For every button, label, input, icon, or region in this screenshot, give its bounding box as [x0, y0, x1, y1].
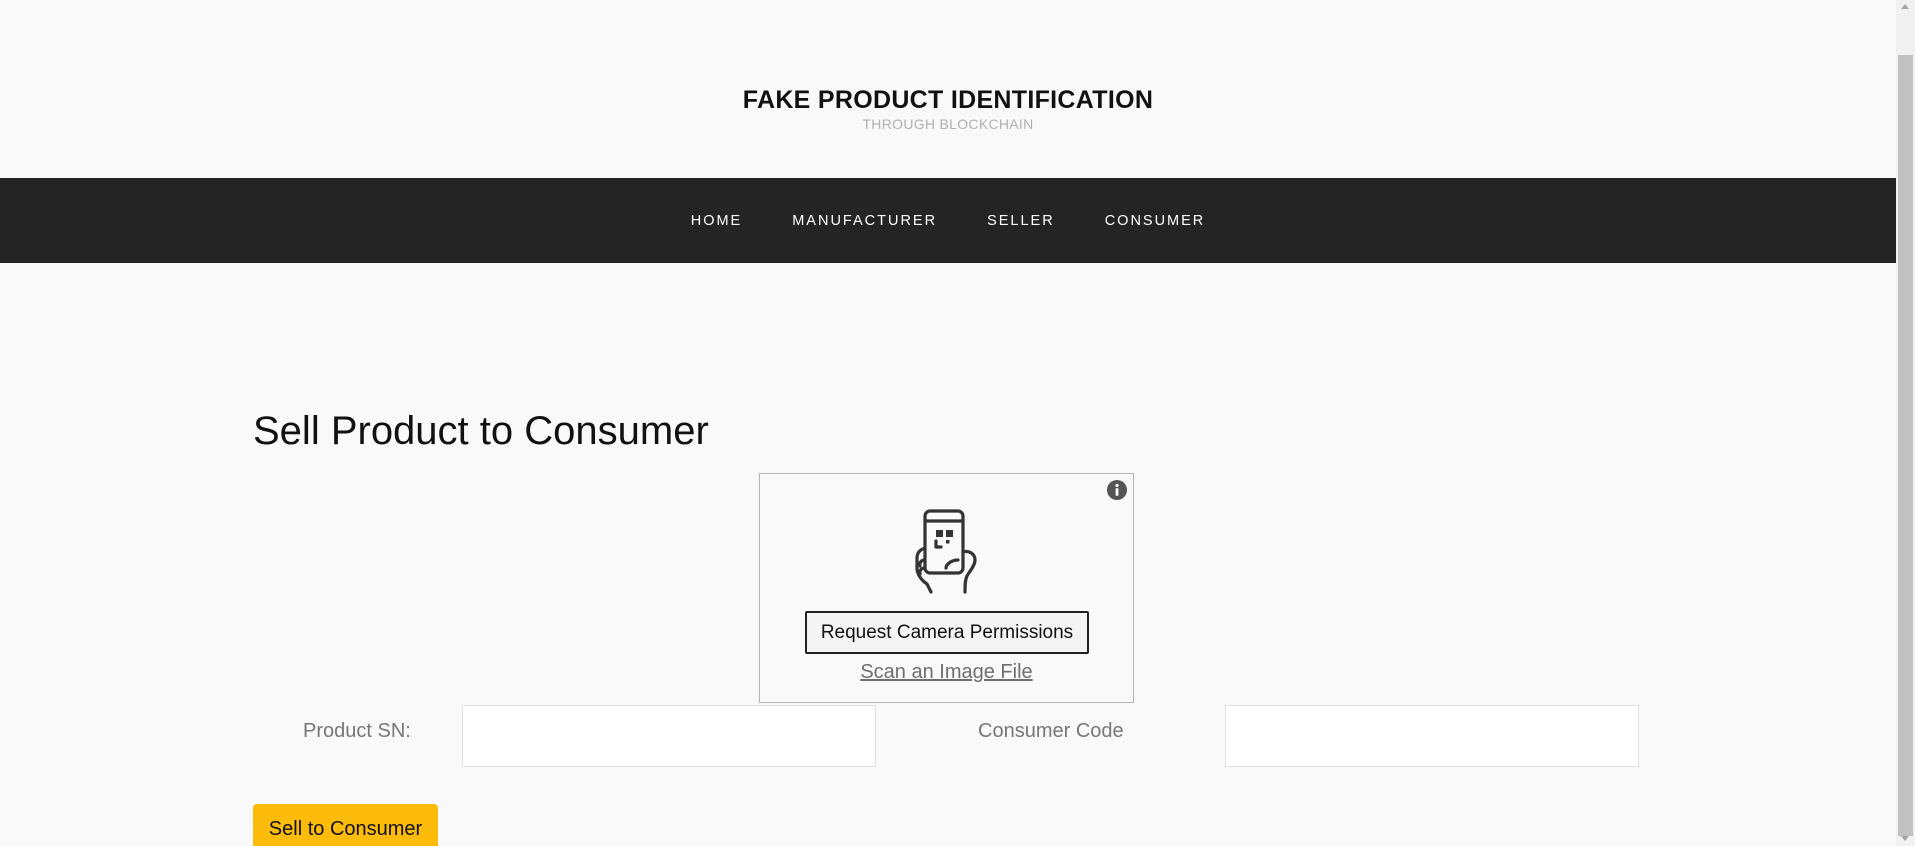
nav-item-consumer[interactable]: CONSUMER [1080, 213, 1231, 229]
nav-item-seller[interactable]: SELLER [962, 213, 1080, 229]
vertical-scrollbar[interactable] [1896, 0, 1915, 846]
sell-to-consumer-button[interactable]: Sell to Consumer [253, 804, 438, 846]
product-sn-input[interactable] [462, 705, 876, 767]
consumer-code-label: Consumer Code [978, 720, 1124, 742]
nav-item-manufacturer[interactable]: MANUFACTURER [767, 213, 962, 229]
page-title: Sell Product to Consumer [253, 409, 709, 453]
scroll-up-arrow-icon[interactable] [1901, 4, 1909, 9]
info-icon[interactable] [1106, 479, 1128, 501]
site-title: FAKE PRODUCT IDENTIFICATION [742, 86, 1154, 114]
scroll-down-arrow-icon[interactable] [1901, 836, 1909, 841]
phone-qr-scan-icon [915, 509, 977, 594]
request-camera-permissions-button[interactable]: Request Camera Permissions [805, 611, 1089, 654]
site-subtitle: THROUGH BLOCKCHAIN [862, 116, 1034, 132]
product-sn-label: Product SN: [303, 720, 411, 742]
main-navbar: HOME MANUFACTURER SELLER CONSUMER [0, 178, 1896, 263]
consumer-code-input[interactable] [1225, 705, 1639, 767]
nav-list: HOME MANUFACTURER SELLER CONSUMER [0, 178, 1896, 263]
qr-scanner-panel: Request Camera Permissions Scan an Image… [759, 473, 1134, 703]
site-header: FAKE PRODUCT IDENTIFICATION THROUGH BLOC… [0, 0, 1896, 178]
nav-item-home[interactable]: HOME [666, 213, 768, 229]
scan-image-file-link[interactable]: Scan an Image File [760, 661, 1133, 684]
scrollbar-thumb[interactable] [1898, 55, 1913, 836]
page: FAKE PRODUCT IDENTIFICATION THROUGH BLOC… [0, 0, 1915, 846]
